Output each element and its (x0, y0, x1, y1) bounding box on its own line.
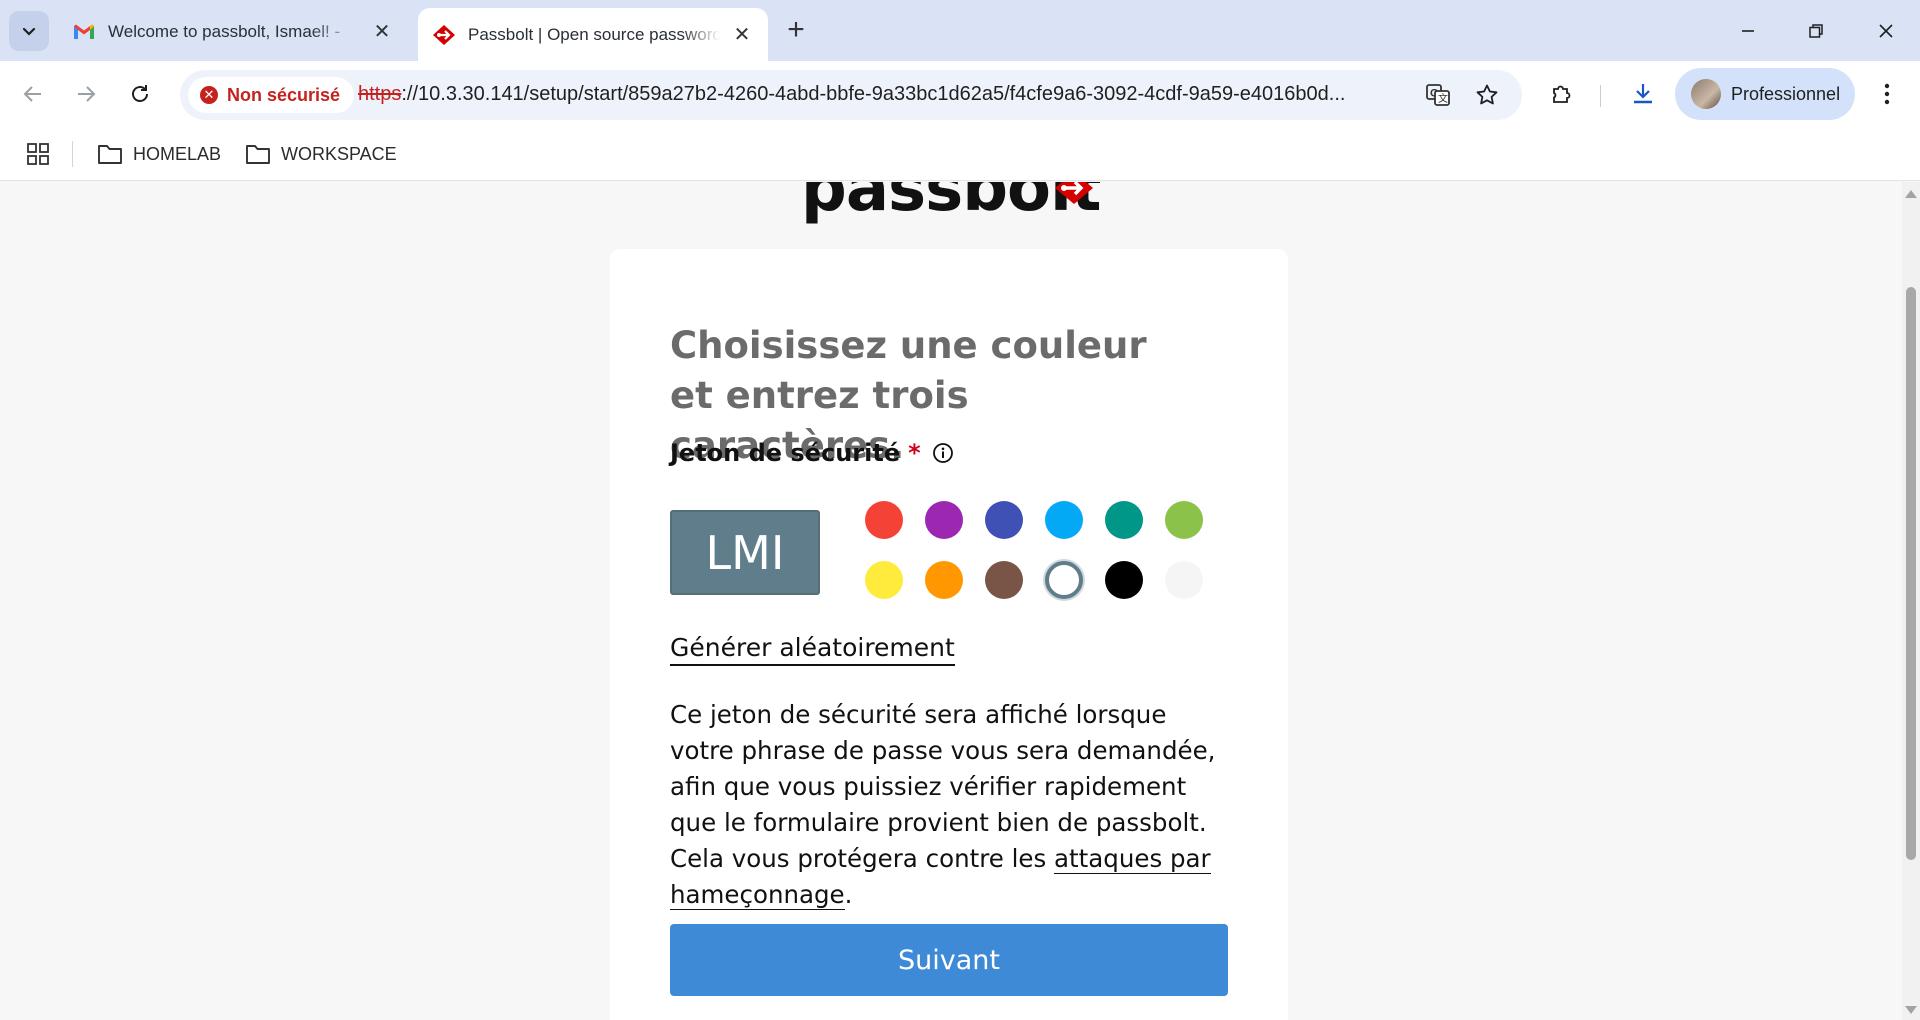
chevron-down-icon (22, 27, 36, 36)
color-swatch[interactable] (985, 561, 1023, 599)
scroll-down-arrow[interactable] (1905, 1006, 1917, 1014)
bookmark-label: WORKSPACE (281, 143, 397, 164)
puzzle-icon (1553, 85, 1571, 103)
folder-icon (98, 145, 122, 164)
passbolt-icon (432, 23, 456, 47)
translate-icon: G文 (1426, 84, 1450, 106)
color-swatch[interactable] (925, 561, 963, 599)
color-swatches (865, 501, 1205, 621)
scroll-thumb[interactable] (1906, 287, 1916, 860)
color-swatch[interactable] (865, 501, 903, 539)
svg-text:文: 文 (1438, 92, 1448, 105)
tab-gmail[interactable]: Welcome to passbolt, Ismael! - ✕ (58, 8, 408, 55)
folder-icon (246, 145, 270, 164)
scroll-up-arrow[interactable] (1905, 190, 1917, 198)
address-bar[interactable]: ✕ Non sécurisé https://10.3.30.141/setup… (180, 70, 1522, 120)
color-swatch[interactable] (1045, 561, 1083, 599)
help-text-end: . (844, 880, 853, 909)
menu-button[interactable] (1868, 75, 1906, 113)
close-icon (1879, 23, 1893, 38)
passbolt-logo-icon (1055, 182, 1093, 204)
security-indicator[interactable]: ✕ Non sécurisé (188, 77, 355, 113)
profile-button[interactable]: Professionnel (1675, 68, 1855, 120)
more-vertical-icon (1884, 83, 1890, 105)
bookmark-separator (72, 141, 73, 167)
browser-toolbar: ✕ Non sécurisé https://10.3.30.141/setup… (0, 61, 1920, 127)
color-swatch[interactable] (985, 501, 1023, 539)
new-tab-button[interactable]: + (779, 13, 813, 47)
color-swatch[interactable] (1105, 561, 1143, 599)
bookmark-homelab[interactable]: HOMELAB (97, 138, 221, 170)
url-scheme: https (358, 83, 402, 105)
color-swatch[interactable] (1045, 501, 1083, 539)
close-window-button[interactable] (1852, 0, 1920, 61)
bookmarks-bar: HOMELAB WORKSPACE (0, 127, 1920, 181)
translate-button[interactable]: G文 (1423, 80, 1453, 110)
color-swatch[interactable] (1105, 501, 1143, 539)
tab-strip: Welcome to passbolt, Ismael! - ✕ Passbol… (0, 0, 1920, 61)
url-rest: ://10.3.30.141/setup/start/859a27b2-4260… (401, 83, 1346, 105)
help-text: Ce jeton de sécurité sera affiché lorsqu… (670, 697, 1230, 913)
info-icon[interactable] (931, 441, 955, 465)
reload-icon (132, 85, 148, 102)
field-label-text: Jeton de sécurité (670, 439, 901, 467)
minimize-icon (1742, 29, 1754, 32)
next-button[interactable]: Suivant (670, 924, 1228, 996)
scrollbar[interactable] (1902, 182, 1920, 1020)
arrow-right-icon (78, 86, 96, 102)
close-icon[interactable]: ✕ (370, 20, 394, 44)
toolbar-divider (1600, 85, 1601, 107)
security-token-input[interactable]: LMI (670, 510, 820, 595)
bookmark-label: HOMELAB (133, 143, 222, 164)
downloads-button[interactable] (1624, 75, 1662, 113)
not-secure-icon: ✕ (200, 86, 218, 104)
required-mark: * (908, 439, 921, 467)
generate-random-link[interactable]: Générer aléatoirement (670, 633, 955, 666)
minimize-button[interactable] (1714, 0, 1782, 61)
apps-button[interactable] (24, 140, 52, 168)
security-token-label: Jeton de sécurité * (670, 439, 955, 467)
profile-label: Professionnel (1731, 83, 1841, 104)
reload-button[interactable] (121, 75, 159, 113)
forward-button[interactable] (67, 75, 105, 113)
url-text[interactable]: https://10.3.30.141/setup/start/859a27b2… (358, 83, 1398, 106)
color-swatch[interactable] (865, 561, 903, 599)
tab-search-button[interactable] (9, 11, 49, 51)
restore-icon (1809, 23, 1823, 38)
download-icon (1634, 84, 1652, 104)
plus-icon: + (787, 13, 805, 46)
avatar (1691, 79, 1721, 109)
tab-title: Passbolt | Open source password manager (468, 24, 720, 44)
color-swatch[interactable] (1165, 561, 1203, 599)
color-swatch[interactable] (1165, 501, 1203, 539)
arrow-left-icon (23, 86, 41, 102)
back-button[interactable] (14, 75, 52, 113)
tab-passbolt[interactable]: Passbolt | Open source password manager … (418, 8, 768, 61)
setup-card: Choisissez une couleur et entrez trois c… (610, 249, 1288, 1020)
bookmark-workspace[interactable]: WORKSPACE (245, 138, 397, 170)
color-swatch[interactable] (925, 501, 963, 539)
close-icon[interactable]: ✕ (730, 23, 754, 47)
bookmark-star-button[interactable] (1472, 80, 1502, 110)
page-viewport: passbolt Choisissez une couleur et entre… (0, 182, 1902, 1020)
star-icon (1476, 84, 1498, 105)
security-label: Non sécurisé (227, 84, 341, 105)
gmail-icon (72, 20, 96, 44)
passbolt-logo: passbolt (801, 182, 1101, 226)
extensions-button[interactable] (1543, 75, 1581, 113)
apps-grid-icon (27, 143, 49, 165)
restore-button[interactable] (1782, 0, 1850, 61)
tab-title: Welcome to passbolt, Ismael! - (108, 21, 341, 41)
